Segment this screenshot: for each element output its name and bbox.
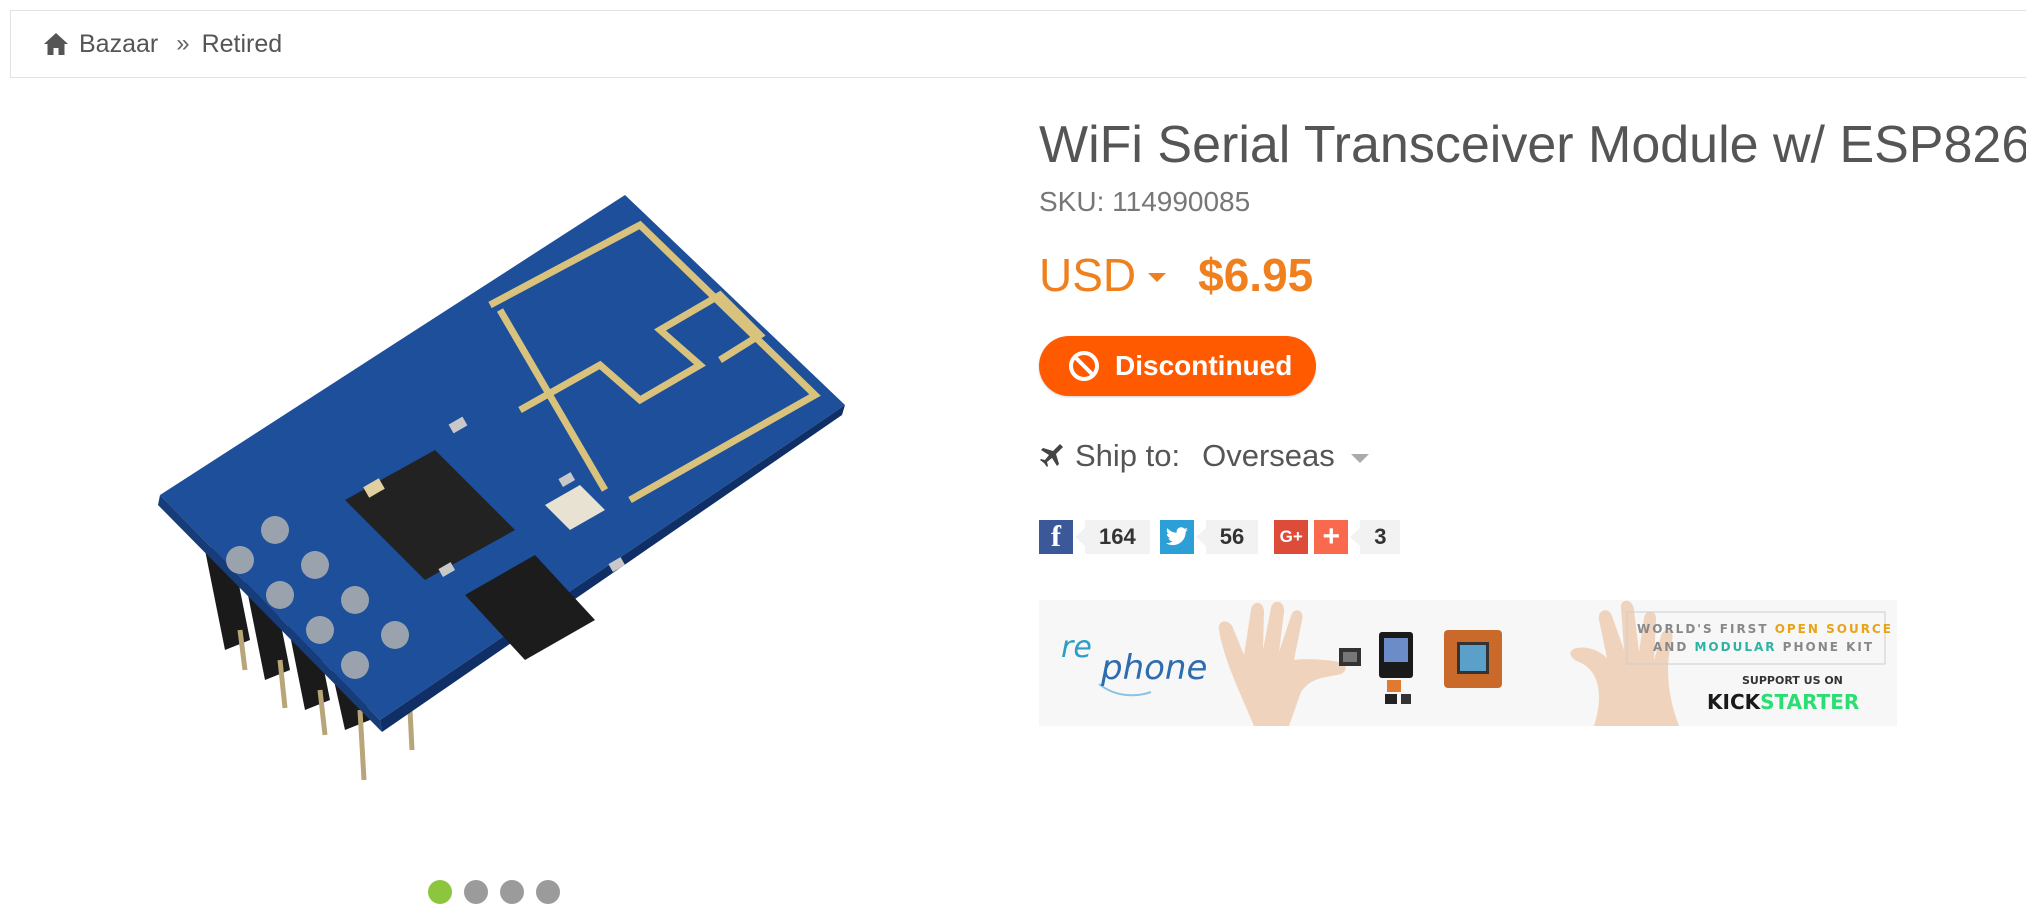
breadcrumb-home-link[interactable]: Bazaar xyxy=(79,30,158,59)
plus-icon: + xyxy=(1322,520,1340,553)
social-share-bar: f 164 56 G+ + 3 xyxy=(1039,520,2026,554)
product-sku: SKU: 114990085 xyxy=(1039,186,1251,217)
product-info: WiFi Serial Transceiver Module w/ ESP826… xyxy=(1039,110,2026,554)
twitter-icon xyxy=(1165,527,1188,546)
kickstarter-logo: KICKSTARTER xyxy=(1707,690,1859,714)
gallery-dot-4[interactable] xyxy=(536,880,560,904)
banner-support-text: SUPPORT US ON xyxy=(1742,674,1843,687)
product-image xyxy=(158,195,845,781)
currency-selector[interactable]: USD xyxy=(1039,248,1167,302)
facebook-share-count: 164 xyxy=(1075,520,1150,554)
currency-label: USD xyxy=(1039,249,1137,301)
ship-to-value: Overseas xyxy=(1202,438,1335,473)
gallery-dot-2[interactable] xyxy=(464,880,488,904)
addthis-share-button[interactable]: + xyxy=(1314,520,1349,554)
banner-tagline-c: AND xyxy=(1653,640,1695,654)
ship-to-label: Ship to: xyxy=(1075,438,1181,473)
breadcrumb-separator: » xyxy=(176,30,190,57)
banner-tagline-line1: WORLD'S FIRST OPEN SOURCE xyxy=(1637,622,1893,636)
kickstarter-kick: KICK xyxy=(1707,690,1761,714)
twitter-share-button[interactable] xyxy=(1159,520,1194,554)
ship-to-selector[interactable]: Overseas xyxy=(1202,438,1369,474)
discontinued-label: Discontinued xyxy=(1115,350,1293,381)
home-icon[interactable] xyxy=(43,31,69,57)
product-title: WiFi Serial Transceiver Module w/ ESP826… xyxy=(1039,116,2026,174)
airplane-icon xyxy=(1040,444,1063,467)
banner-tagline-e: PHONE KIT xyxy=(1776,640,1875,654)
googleplus-icon: G+ xyxy=(1279,527,1303,546)
facebook-share-button[interactable]: f xyxy=(1039,520,1073,554)
banner-tagline-a: WORLD'S FIRST xyxy=(1637,622,1775,636)
banner-tagline-line2: AND MODULAR PHONE KIT xyxy=(1653,640,1874,654)
product-price: $6.95 xyxy=(1198,249,1314,301)
breadcrumb: Bazaar » Retired xyxy=(10,10,2026,78)
caret-down-icon xyxy=(1148,272,1167,282)
breadcrumb-current[interactable]: Retired xyxy=(202,30,283,59)
gallery-dot-3[interactable] xyxy=(500,880,524,904)
kickstarter-starter: STARTER xyxy=(1760,690,1860,714)
price-row: USD $6.95 xyxy=(1039,248,2026,302)
ship-to-row: Ship to: Overseas xyxy=(1039,438,2026,474)
googleplus-share-button[interactable]: G+ xyxy=(1274,520,1309,554)
rephone-logo-re: re xyxy=(1061,630,1092,665)
rephone-promo-banner[interactable]: re phone WORLD'S FIRST OPEN SOURCE AND M… xyxy=(1039,600,1897,726)
product-gallery[interactable] xyxy=(0,110,1000,904)
gallery-dot-1[interactable] xyxy=(428,880,452,904)
discontinued-badge: Discontinued xyxy=(1039,336,1316,396)
banner-tagline-d: MODULAR xyxy=(1694,640,1777,654)
ban-icon xyxy=(1069,351,1099,381)
rephone-logo-phone: phone xyxy=(1101,648,1208,688)
caret-down-icon xyxy=(1350,453,1369,463)
gallery-pagination xyxy=(428,880,560,904)
twitter-share-count: 56 xyxy=(1195,520,1259,554)
addthis-share-count: 3 xyxy=(1350,520,1401,554)
facebook-icon: f xyxy=(1051,520,1061,553)
banner-tagline-b: OPEN SOURCE xyxy=(1774,622,1893,636)
